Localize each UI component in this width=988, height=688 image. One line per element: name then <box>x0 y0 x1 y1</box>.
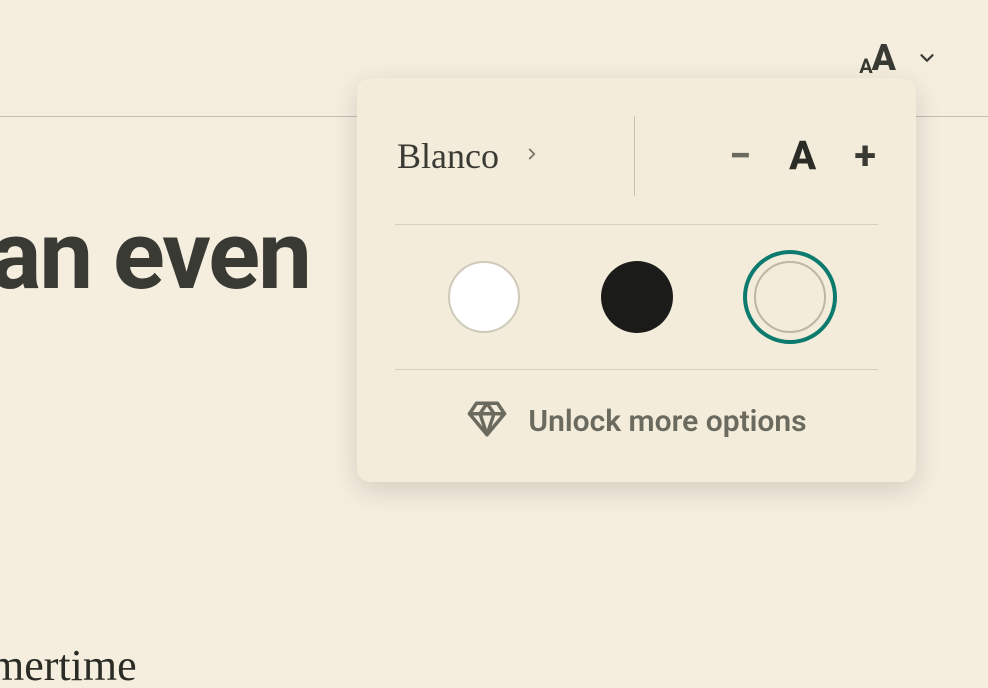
theme-sepia-swatch[interactable] <box>754 261 826 333</box>
font-row: Blanco − A + <box>397 106 876 224</box>
font-size-small-a-icon: A <box>859 56 872 76</box>
article-subtext-partial: mertime <box>0 640 137 688</box>
increase-font-button[interactable]: + <box>854 136 876 176</box>
theme-light-swatch[interactable] <box>448 261 520 333</box>
unlock-more-options-button[interactable]: Unlock more options <box>397 370 876 450</box>
divider-vertical <box>634 116 635 196</box>
theme-dark-swatch[interactable] <box>601 261 673 333</box>
font-size-indicator-icon: A <box>789 136 816 176</box>
font-family-selector[interactable]: Blanco <box>397 135 541 177</box>
diamond-icon <box>466 398 508 444</box>
font-size-big-a-icon: A <box>872 40 896 76</box>
chevron-right-icon <box>523 145 541 167</box>
font-settings-trigger[interactable]: A A <box>859 40 896 76</box>
article-heading-partial: an even <box>0 200 310 312</box>
decrease-font-button[interactable]: − <box>729 136 751 176</box>
chevron-down-icon[interactable] <box>916 47 938 69</box>
font-size-controls: − A + <box>729 136 876 176</box>
display-settings-popover: Blanco − A + Unlock more options <box>357 78 916 482</box>
theme-swatches <box>397 225 876 369</box>
font-family-name: Blanco <box>397 135 499 177</box>
unlock-label: Unlock more options <box>528 404 806 439</box>
